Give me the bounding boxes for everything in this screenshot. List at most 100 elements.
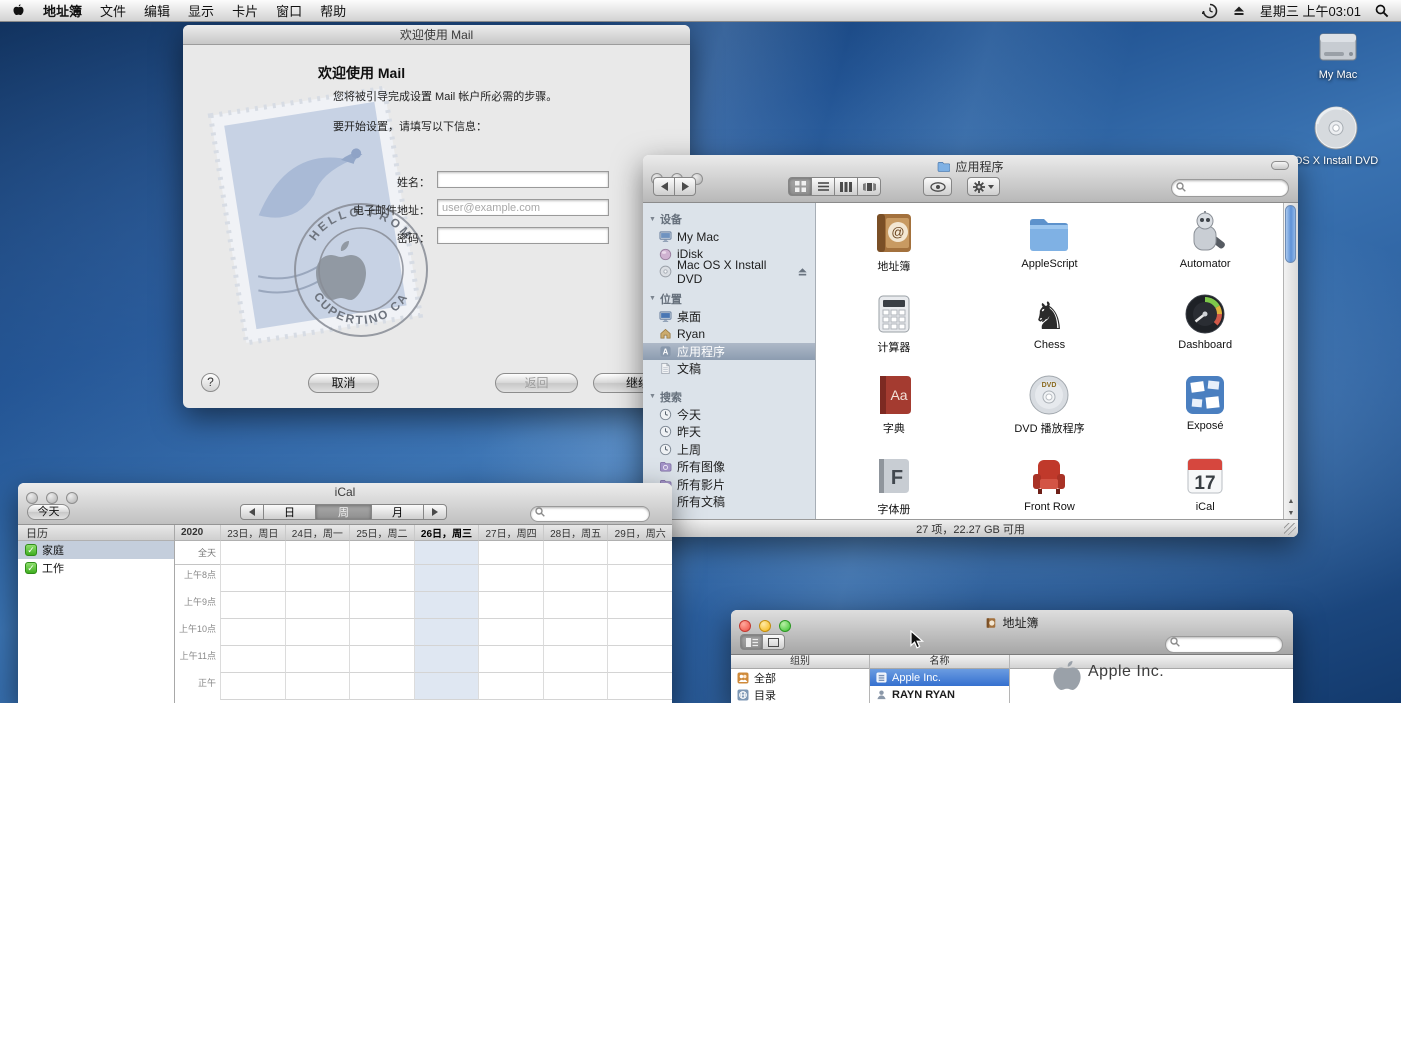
name-column-header[interactable]: 名称 bbox=[870, 655, 1009, 669]
hour-cell[interactable] bbox=[478, 619, 543, 646]
desktop[interactable]: 欢迎使用 Mail bbox=[0, 0, 1401, 703]
ical-search-input[interactable] bbox=[530, 506, 650, 522]
email-input[interactable] bbox=[437, 199, 609, 216]
app-dashboard[interactable]: Dashboard bbox=[1127, 286, 1283, 367]
hour-cell[interactable] bbox=[607, 673, 672, 700]
hour-cell[interactable] bbox=[285, 592, 350, 619]
scroll-up-arrow[interactable]: ▲ bbox=[1288, 498, 1295, 505]
sidebar-item-home[interactable]: Ryan bbox=[643, 325, 815, 343]
column-card-view-button[interactable] bbox=[740, 634, 763, 650]
all-day-cell[interactable] bbox=[478, 541, 543, 565]
all-day-cell[interactable] bbox=[220, 541, 285, 565]
group-column-header[interactable]: 组别 bbox=[731, 655, 869, 669]
action-menu-button[interactable] bbox=[967, 177, 1000, 196]
sidebar-item-mymac[interactable]: My Mac bbox=[643, 228, 815, 246]
hour-cell[interactable] bbox=[349, 592, 414, 619]
hour-cell[interactable] bbox=[543, 592, 608, 619]
month-view-button[interactable]: 月 bbox=[371, 504, 424, 520]
app-font-book[interactable]: F 字体册 bbox=[816, 448, 972, 519]
app-applescript[interactable]: AppleScript bbox=[972, 205, 1128, 286]
hour-cell[interactable] bbox=[543, 619, 608, 646]
name-input[interactable] bbox=[437, 171, 609, 188]
hour-cell[interactable] bbox=[285, 619, 350, 646]
hour-cell-selected[interactable] bbox=[414, 592, 479, 619]
app-dvd-player[interactable]: DVD DVD 播放程序 bbox=[972, 367, 1128, 448]
address-book-titlebar[interactable]: 地址簿 bbox=[731, 610, 1293, 655]
sidebar-item-today[interactable]: 今天 bbox=[643, 406, 815, 424]
week-view-button[interactable]: 周 bbox=[315, 504, 372, 520]
cancel-button[interactable]: 取消 bbox=[308, 373, 379, 393]
back-nav-button[interactable] bbox=[653, 177, 675, 196]
eject-menu-extra[interactable] bbox=[1232, 4, 1246, 17]
day-header-selected[interactable]: 26日，周三 bbox=[414, 525, 479, 541]
hour-cell[interactable] bbox=[220, 673, 285, 700]
hour-cell[interactable] bbox=[285, 646, 350, 673]
hour-cell-selected[interactable] bbox=[414, 673, 479, 700]
eject-icon[interactable] bbox=[796, 265, 809, 278]
hour-cell[interactable] bbox=[349, 565, 414, 592]
day-header[interactable]: 29日，周六 bbox=[607, 525, 672, 541]
app-automator[interactable]: Automator bbox=[1127, 205, 1283, 286]
hour-cell[interactable] bbox=[285, 673, 350, 700]
sidebar-item-all-images[interactable]: 所有图像 bbox=[643, 458, 815, 476]
apple-menu[interactable] bbox=[12, 3, 25, 18]
hour-cell[interactable] bbox=[220, 565, 285, 592]
spotlight-menu-extra[interactable] bbox=[1375, 4, 1389, 18]
day-view-button[interactable]: 日 bbox=[263, 504, 316, 520]
scrollbar-thumb[interactable] bbox=[1285, 205, 1296, 263]
menu-clock[interactable]: 星期三 上午03:01 bbox=[1260, 1, 1361, 20]
app-front-row[interactable]: Front Row bbox=[972, 448, 1128, 519]
day-header[interactable]: 24日，周一 bbox=[285, 525, 350, 541]
hour-cell[interactable] bbox=[220, 592, 285, 619]
list-view-button[interactable] bbox=[811, 177, 835, 196]
today-button[interactable]: 今天 bbox=[27, 504, 70, 520]
checkbox-checked-icon[interactable]: ✓ bbox=[25, 562, 37, 574]
vertical-scrollbar[interactable]: ▲▼ bbox=[1283, 203, 1298, 519]
sidebar-item-documents[interactable]: 文稿 bbox=[643, 360, 815, 378]
desktop-icon-install-dvd[interactable]: OS X Install DVD bbox=[1296, 104, 1376, 167]
hour-cell-selected[interactable] bbox=[414, 619, 479, 646]
ical-titlebar[interactable]: iCal 今天 日 周 月 bbox=[18, 483, 672, 525]
menu-help[interactable]: 帮助 bbox=[320, 1, 346, 20]
all-day-cell[interactable] bbox=[543, 541, 608, 565]
password-input[interactable] bbox=[437, 227, 609, 244]
hour-cell[interactable] bbox=[607, 592, 672, 619]
day-header[interactable]: 25日，周二 bbox=[349, 525, 414, 541]
contact-rayn-ryan[interactable]: RAYN RYAN bbox=[870, 686, 1009, 703]
desktop-icon-mymac[interactable]: My Mac bbox=[1298, 30, 1378, 81]
hour-cell[interactable] bbox=[478, 673, 543, 700]
places-section-header[interactable]: ▼位置 bbox=[643, 288, 815, 308]
checkbox-checked-icon[interactable]: ✓ bbox=[25, 544, 37, 556]
calendar-work[interactable]: ✓工作 bbox=[18, 559, 174, 577]
menu-file[interactable]: 文件 bbox=[100, 1, 126, 20]
all-day-cell[interactable] bbox=[607, 541, 672, 565]
hour-cell[interactable] bbox=[349, 619, 414, 646]
hour-cell[interactable] bbox=[543, 673, 608, 700]
hour-cell[interactable] bbox=[478, 592, 543, 619]
next-week-button[interactable] bbox=[423, 504, 447, 520]
search-section-header[interactable]: ▼搜索 bbox=[643, 386, 815, 406]
time-machine-menu-extra[interactable] bbox=[1202, 3, 1218, 19]
sidebar-item-applications[interactable]: A应用程序 bbox=[643, 343, 815, 361]
previous-week-button[interactable] bbox=[240, 504, 264, 520]
all-day-cell-selected[interactable] bbox=[414, 541, 479, 565]
menu-view[interactable]: 显示 bbox=[188, 1, 214, 20]
quicklook-button[interactable] bbox=[923, 177, 952, 196]
finder-search-input[interactable] bbox=[1171, 179, 1289, 197]
menu-edit[interactable]: 编辑 bbox=[144, 1, 170, 20]
all-day-cell[interactable] bbox=[349, 541, 414, 565]
hour-cell[interactable] bbox=[478, 646, 543, 673]
hour-cell[interactable] bbox=[607, 646, 672, 673]
day-header[interactable]: 28日，周五 bbox=[543, 525, 608, 541]
hour-cell[interactable] bbox=[349, 646, 414, 673]
coverflow-view-button[interactable] bbox=[857, 177, 881, 196]
address-book-search-input[interactable] bbox=[1165, 636, 1283, 653]
hour-cell[interactable] bbox=[349, 673, 414, 700]
contact-apple-inc[interactable]: Apple Inc. bbox=[870, 669, 1009, 686]
sidebar-item-install-dvd[interactable]: Mac OS X Install DVD bbox=[643, 263, 815, 281]
day-header[interactable]: 27日，周四 bbox=[478, 525, 543, 541]
app-address-book[interactable]: @ 地址簿 bbox=[816, 205, 972, 286]
calendar-home[interactable]: ✓家庭 bbox=[18, 541, 174, 559]
hour-cell[interactable] bbox=[220, 646, 285, 673]
scroll-down-arrow[interactable]: ▼ bbox=[1288, 510, 1295, 517]
